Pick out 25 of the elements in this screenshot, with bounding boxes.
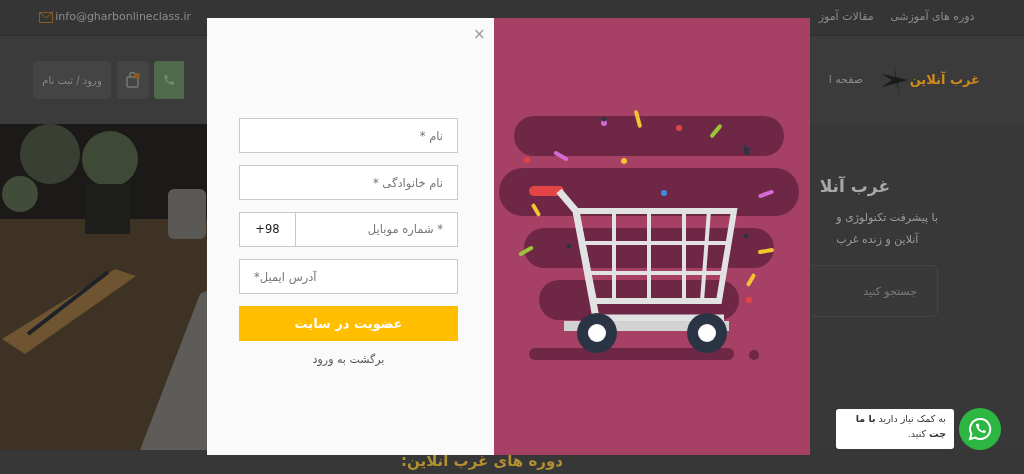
chat-icon [968, 417, 992, 441]
chat-message: به کمک نیاز دارید با ما چت کنید. [836, 409, 954, 449]
nav-link[interactable]: صفحه ا [828, 72, 864, 86]
text-field[interactable]: نام خانوادگی * [239, 165, 458, 200]
hero-text: آنلاین و زنده غرب [836, 232, 919, 248]
logo-text: غرب آنلاین [909, 70, 980, 90]
search-field[interactable]: جستجو کنید [808, 265, 938, 317]
cart-button[interactable] [116, 61, 149, 99]
nav-link[interactable]: دوره های آموزشی [890, 9, 975, 26]
phone-field[interactable]: * شماره موبایل [296, 212, 458, 247]
hero-text: با پیشرفت تکنولوژی و [836, 210, 938, 226]
nav-link[interactable]: مقالات آموز [818, 9, 874, 26]
back-to-login-link[interactable]: برگشت به ورود [312, 353, 385, 366]
close-button[interactable]: × [473, 27, 486, 42]
login-button[interactable]: ورود / ثبت نام [33, 61, 111, 99]
call-button[interactable] [154, 61, 184, 99]
email-field[interactable]: *آدرس ایمیل [239, 259, 458, 294]
country-code: +98 [239, 212, 296, 247]
email-text: info@gharbonlineclass.ir [55, 9, 191, 26]
bag-icon [124, 72, 141, 88]
envelope-icon [38, 12, 53, 23]
text-field[interactable]: نام * [239, 118, 458, 153]
section-title: دوره های غرب آنلاین: [401, 451, 563, 472]
hero-title: غرب آنلا [819, 174, 890, 199]
phone-icon [163, 74, 175, 86]
